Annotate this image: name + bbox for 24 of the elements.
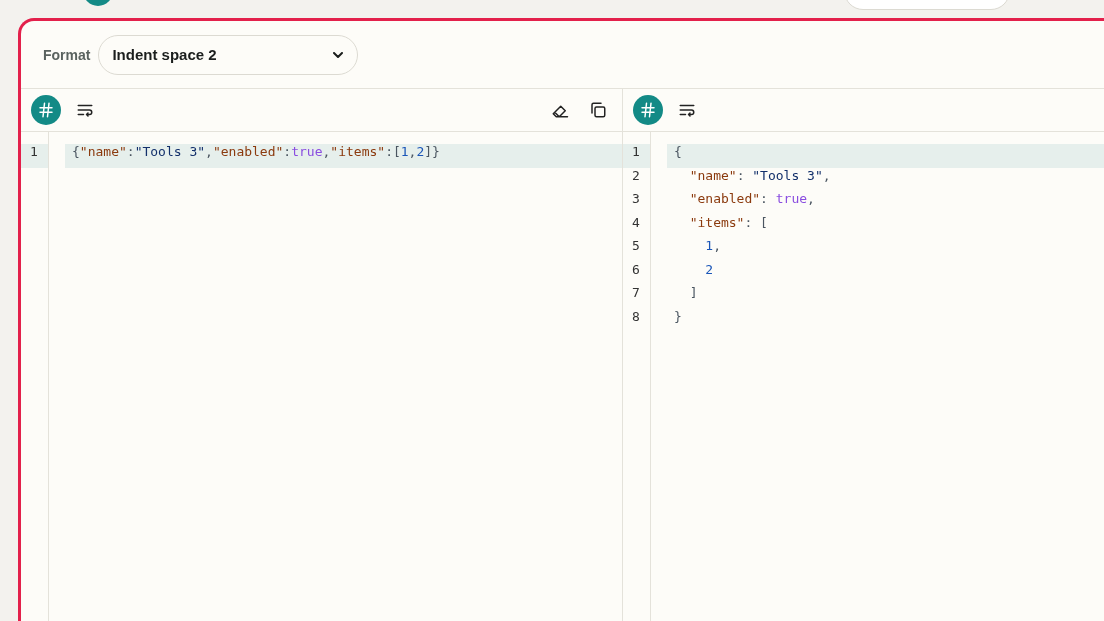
code-line: 2 [704,261,715,279]
line-numbers-toggle[interactable] [633,95,663,125]
code-line: "name": "Tools 3", [688,167,832,185]
hash-icon [37,101,55,119]
code-line: "enabled": true, [688,191,816,208]
code-line: 1, [704,238,722,255]
copy-icon [589,101,607,119]
line-number: 8 [631,308,641,326]
code-line: ] [688,285,699,302]
line-number: 2 [631,167,641,185]
hash-icon [639,101,657,119]
line-number: 3 [631,191,641,208]
code-line: "items": [ [688,214,769,232]
line-number: 6 [631,261,641,279]
format-label: Format [43,46,91,63]
chevron-down-icon [333,51,344,58]
code-line: } [673,308,683,326]
line-numbers-toggle[interactable] [31,95,61,125]
line-number: 7 [631,285,641,302]
line-number: 1 [623,144,650,168]
line-number: 1 [21,144,48,168]
line-number: 4 [631,214,641,232]
line-number: 5 [631,238,641,255]
format-select[interactable]: Indent space 2 [98,34,359,75]
